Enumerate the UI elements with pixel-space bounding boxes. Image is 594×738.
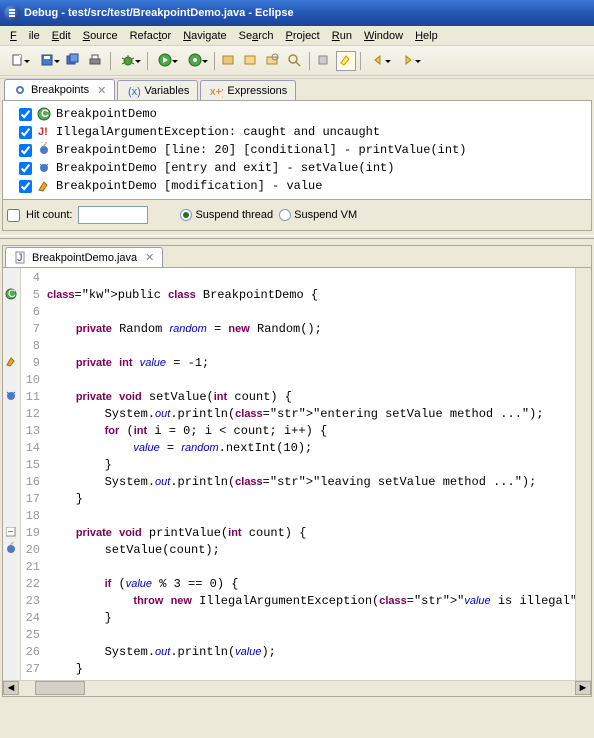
tab-expressions[interactable]: x+y Expressions [200,80,296,100]
conditional-breakpoint-icon[interactable]: ? [4,542,18,556]
scroll-thumb[interactable] [35,681,85,695]
suspend-vm-label: Suspend VM [294,209,357,221]
menu-source[interactable]: Source [77,28,124,44]
run-button[interactable] [152,51,180,71]
hitcount-checkbox[interactable] [7,209,20,222]
editor-tab[interactable]: J BreakpointDemo.java ✕ [5,247,163,267]
exception-breakpoint-icon: J! [36,124,52,140]
watchpoint-icon [36,178,52,194]
method-breakpoint-icon[interactable] [4,389,18,403]
tab-variables[interactable]: (x) Variables [117,80,198,100]
breakpoints-panel: C BreakpointDemo J! IllegalArgumentExcep… [2,100,592,200]
close-icon[interactable]: ✕ [145,251,154,264]
fold-icon[interactable] [4,525,18,539]
breakpoint-row[interactable]: BreakpointDemo [entry and exit] - setVal… [7,159,587,177]
svg-text:(x): (x) [128,86,140,98]
suspend-thread-label: Suspend thread [195,209,273,221]
svg-text:?: ? [8,542,14,550]
sash-divider[interactable] [0,235,594,239]
new-package-button[interactable] [219,51,239,71]
line-numbers: 4 5 6 7 8 9 10 11 12 13 14 15 16 17 18 1… [21,268,43,680]
tab-breakpoints[interactable]: Breakpoints ✕ [4,79,115,100]
close-icon[interactable]: ✕ [97,84,106,97]
search-button[interactable] [285,51,305,71]
watchpoint-icon[interactable] [4,355,18,369]
conditional-breakpoint-icon: ? [36,142,52,158]
run-last-button[interactable] [182,51,210,71]
breakpoint-row[interactable]: BreakpointDemo [modification] - value [7,177,587,195]
back-button[interactable] [365,51,393,71]
tab-variables-label: Variables [144,85,189,97]
suspend-vm-radio[interactable]: Suspend VM [279,209,357,221]
java-file-icon: J [14,251,28,265]
editor-gutter[interactable]: C ? [3,268,21,680]
print-button[interactable] [86,51,106,71]
svg-text:J: J [17,252,23,264]
breakpoint-checkbox[interactable] [19,162,32,175]
breakpoint-checkbox[interactable] [19,108,32,121]
toggle-mark-button[interactable] [314,51,334,71]
breakpoint-controls: Hit count: Suspend thread Suspend VM [2,200,592,231]
horizontal-scrollbar[interactable]: ◄ ► [3,680,591,696]
svg-text:C: C [41,108,49,120]
class-breakpoint-icon[interactable]: C [4,287,18,301]
scroll-right-icon[interactable]: ► [575,681,591,695]
breakpoint-checkbox[interactable] [19,144,32,157]
toggle-highlight-button[interactable] [336,51,356,71]
menu-run[interactable]: Run [326,28,358,44]
tab-expressions-label: Expressions [227,85,287,97]
editor-tabs: J BreakpointDemo.java ✕ [3,246,591,268]
save-button[interactable] [34,51,62,71]
menu-search[interactable]: Search [233,28,280,44]
menu-file[interactable]: File [4,28,46,44]
eclipse-icon [4,5,20,21]
breakpoint-row[interactable]: J! IllegalArgumentException: caught and … [7,123,587,141]
editor-container: J BreakpointDemo.java ✕ C ? 4 5 6 7 8 9 … [2,245,592,697]
menu-edit[interactable]: Edit [46,28,77,44]
menu-project[interactable]: Project [280,28,326,44]
window-titlebar: Debug - test/src/test/BreakpointDemo.jav… [0,0,594,26]
code-area[interactable]: class="kw">public class BreakpointDemo {… [43,268,575,680]
tab-breakpoints-label: Breakpoints [31,84,89,96]
menubar: File Edit Source Refactor Navigate Searc… [0,26,594,46]
breakpoint-checkbox[interactable] [19,180,32,193]
view-tabs: Breakpoints ✕ (x) Variables x+y Expressi… [0,78,594,100]
svg-text:x+y: x+y [210,86,223,98]
debug-button[interactable] [115,51,143,71]
svg-text:C: C [8,288,16,300]
menu-refactor[interactable]: Refactor [124,28,178,44]
breakpoint-label: BreakpointDemo [entry and exit] - setVal… [56,161,394,175]
vertical-scrollbar[interactable] [575,268,591,680]
forward-button[interactable] [395,51,423,71]
scroll-left-icon[interactable]: ◄ [3,681,19,695]
variables-icon: (x) [126,84,140,98]
editor-tab-label: BreakpointDemo.java [32,252,137,264]
breakpoint-row[interactable]: ? BreakpointDemo [line: 20] [conditional… [7,141,587,159]
new-class-button[interactable] [241,51,261,71]
method-breakpoint-icon [36,160,52,176]
hitcount-label: Hit count: [26,209,72,221]
window-title: Debug - test/src/test/BreakpointDemo.jav… [24,7,294,19]
breakpoint-label: BreakpointDemo [line: 20] [conditional] … [56,143,466,157]
hitcount-input[interactable] [78,206,148,224]
open-type-button[interactable] [263,51,283,71]
expressions-icon: x+y [209,84,223,98]
breakpoint-row[interactable]: C BreakpointDemo [7,105,587,123]
suspend-thread-radio[interactable]: Suspend thread [180,209,273,221]
menu-help[interactable]: Help [409,28,444,44]
breakpoint-checkbox[interactable] [19,126,32,139]
save-all-button[interactable] [64,51,84,71]
breakpoint-label: IllegalArgumentException: caught and unc… [56,125,380,139]
main-toolbar [0,46,594,76]
menu-window[interactable]: Window [358,28,409,44]
svg-text:J!: J! [38,126,48,138]
breakpoint-label: BreakpointDemo [modification] - value [56,179,322,193]
breakpoint-label: BreakpointDemo [56,107,157,121]
svg-text:?: ? [41,142,47,151]
class-breakpoint-icon: C [36,106,52,122]
menu-navigate[interactable]: Navigate [177,28,232,44]
editor-body: C ? 4 5 6 7 8 9 10 11 12 13 14 15 16 17 … [3,268,591,680]
breakpoints-icon [13,83,27,97]
new-button[interactable] [4,51,32,71]
